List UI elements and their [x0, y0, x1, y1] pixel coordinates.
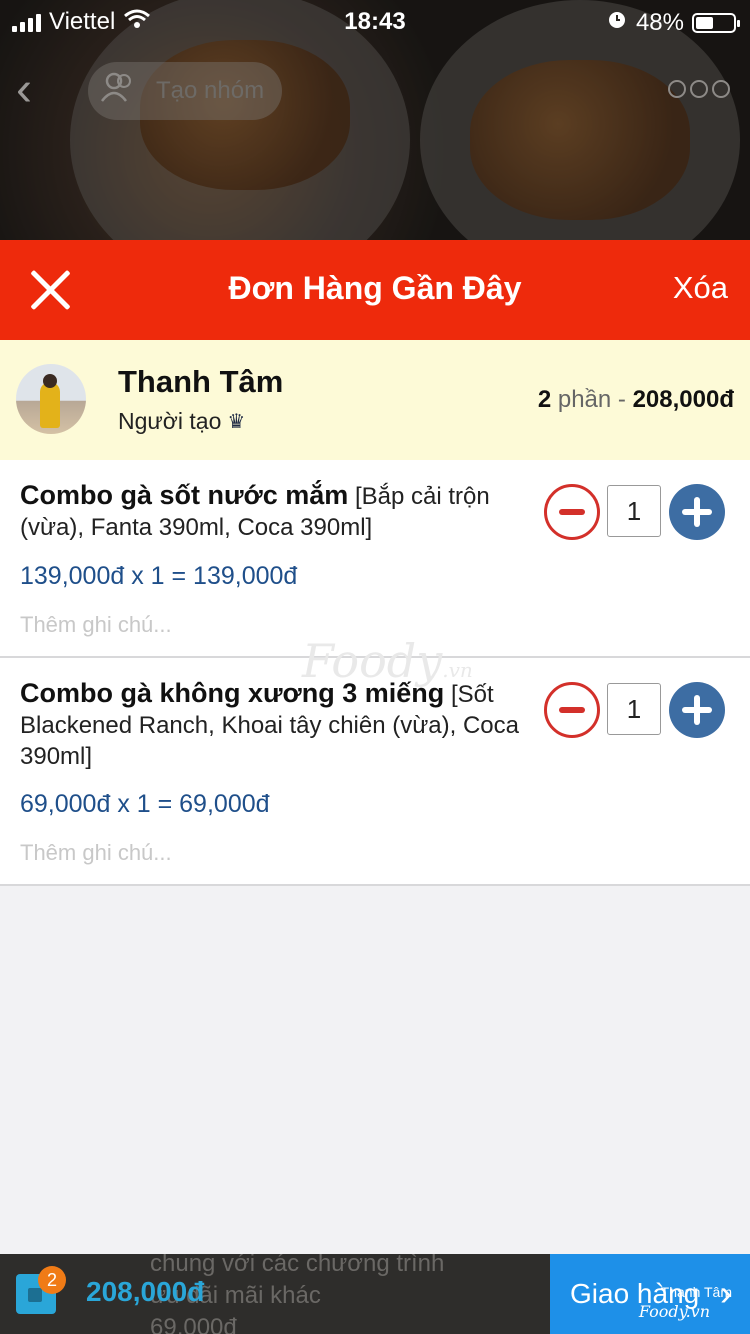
foody-watermark: Foody.vn: [302, 634, 473, 688]
status-bar: Viettel 18:43 48%: [0, 0, 750, 40]
delivery-checkout-button[interactable]: Giao hàng › Thanh Tâm Foody.vn: [550, 1254, 750, 1334]
item-note-input[interactable]: Thêm ghi chú...: [20, 612, 172, 638]
owner-name: Thanh Tâm: [118, 364, 284, 399]
item-note-input[interactable]: Thêm ghi chú...: [20, 840, 172, 866]
portion-unit: phần: [557, 386, 612, 413]
battery-icon: [692, 12, 740, 33]
avatar: [16, 364, 86, 434]
order-summary: 2 phần - 208,000đ: [538, 386, 734, 414]
item-description: Combo gà sốt nước mắm [Bắp cải trộn (vừa…: [20, 480, 520, 543]
overlay-user-tag: Thanh Tâm: [660, 1284, 732, 1300]
cart-total: 208,000đ: [86, 1276, 205, 1307]
owner-role: Người tạo ♛: [118, 408, 245, 435]
item-price-line: 139,000đ x 1 = 139,000đ: [20, 562, 298, 590]
foody-logo: Foody.vn: [638, 1302, 710, 1321]
list-item: Combo gà không xương 3 miếng [Sốt Blacke…: [0, 658, 750, 886]
create-group-label: Tạo nhóm: [156, 77, 265, 104]
quantity-field[interactable]: 1: [607, 485, 661, 537]
battery-percent: 48%: [635, 8, 684, 36]
increase-quantity-button[interactable]: [669, 682, 725, 738]
portion-count: 2: [537, 386, 552, 413]
list-item: Combo gà sốt nước mắm [Bắp cải trộn (vừa…: [0, 460, 750, 658]
owner-role-label: Người tạo: [118, 408, 222, 434]
decrease-quantity-button[interactable]: [544, 484, 600, 540]
item-price-line: 69,000đ x 1 = 69,000đ: [20, 790, 270, 818]
summary-separator: -: [617, 386, 626, 413]
page-title: Đơn Hàng Gần Đây: [228, 270, 522, 306]
crown-icon: ♛: [227, 411, 246, 433]
quantity-field[interactable]: 1: [607, 683, 661, 735]
item-description: Combo gà không xương 3 miếng [Sốt Blacke…: [20, 678, 520, 772]
more-options-icon[interactable]: [668, 80, 730, 98]
alarm-icon: [606, 8, 628, 37]
restaurant-top-bar: ‹ Tạo nhóm: [0, 60, 750, 124]
group-icon: [98, 71, 138, 111]
cart-count-badge: 2: [38, 1266, 66, 1294]
decrease-quantity-button[interactable]: [544, 682, 600, 738]
clear-button[interactable]: Xóa: [673, 270, 728, 306]
order-owner-row: Thanh Tâm Người tạo ♛ 2 phần - 208,000đ: [0, 340, 750, 460]
back-chevron-icon[interactable]: ‹: [16, 66, 32, 114]
cart-bottom-bar: chung với các chương trình ưu đãi mãi kh…: [0, 1254, 750, 1334]
item-name: Combo gà sốt nước mắm: [20, 480, 349, 510]
order-total: 208,000đ: [632, 386, 734, 413]
create-group-button[interactable]: Tạo nhóm: [88, 62, 282, 120]
recent-orders-header: Đơn Hàng Gần Đây Xóa: [0, 240, 750, 340]
increase-quantity-button[interactable]: [669, 484, 725, 540]
